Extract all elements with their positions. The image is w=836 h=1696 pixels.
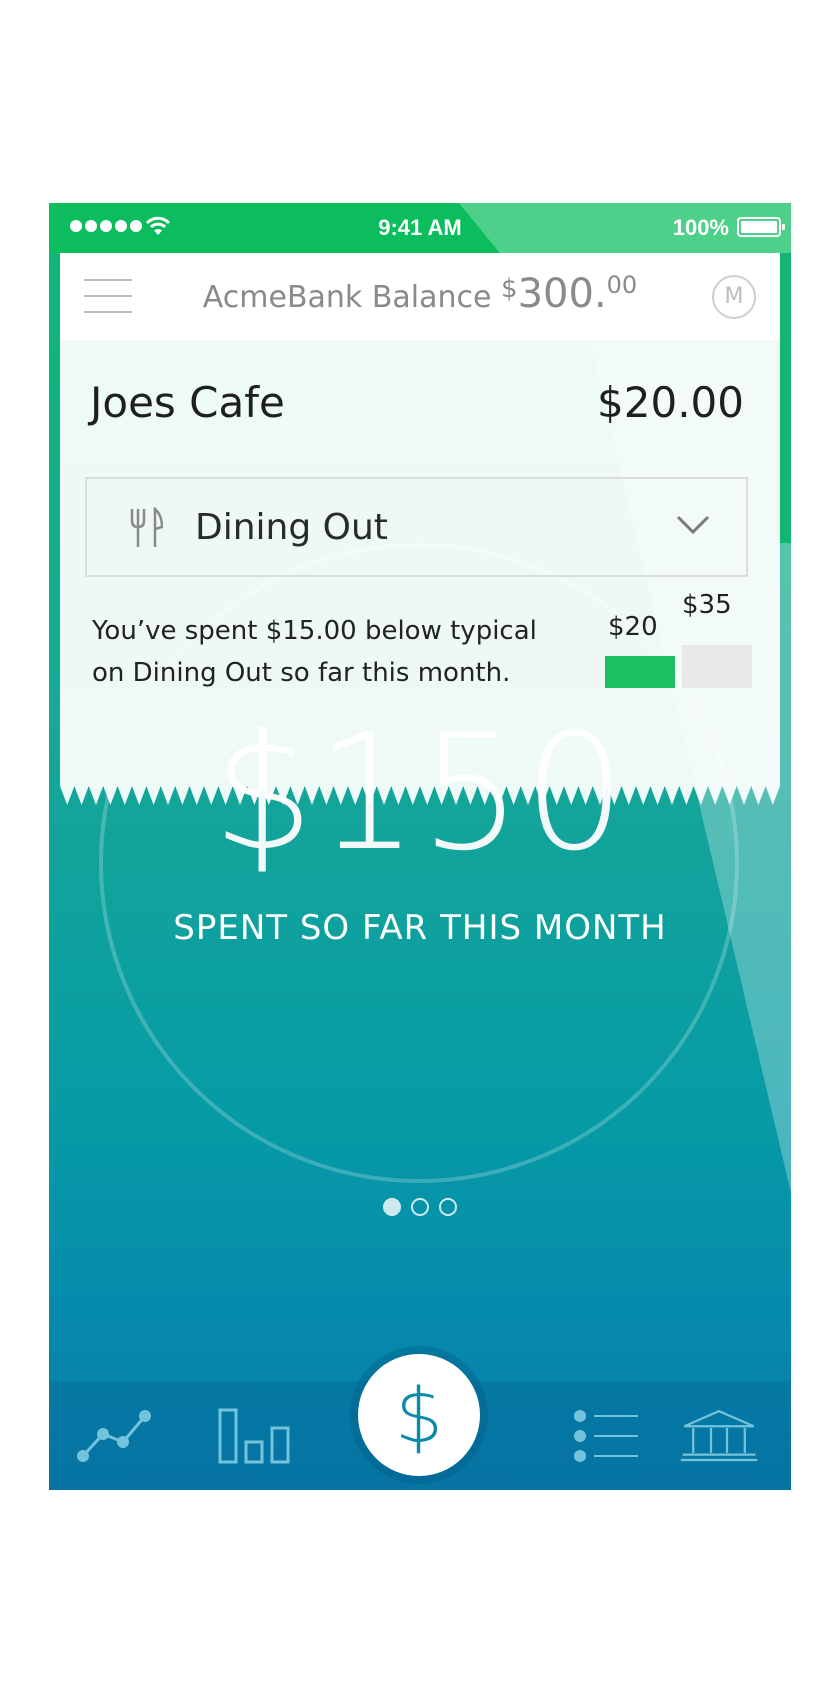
phone-screen: 9:41 AM 100% $150 SPENT SO FAR THIS MONT…	[49, 203, 791, 1490]
tab-transactions[interactable]	[568, 1401, 648, 1471]
balance-currency: $	[501, 274, 518, 304]
insight-line-1: You’ve spent $15.00 below typical	[92, 616, 537, 646]
battery-icon	[737, 217, 785, 237]
tab-accounts[interactable]	[679, 1401, 759, 1471]
page-indicator	[49, 1198, 791, 1216]
transaction-card: Joes Cafe $20.00 Dining Out You’ve spent…	[60, 340, 780, 805]
status-bar: 9:41 AM 100%	[49, 203, 791, 253]
chevron-down-icon	[676, 515, 710, 535]
category-label: Dining Out	[195, 507, 388, 548]
actual-bar	[605, 656, 675, 688]
battery-percent: 100%	[672, 215, 729, 240]
balance-cents: 00	[606, 271, 638, 299]
dollar-icon: $	[394, 1370, 444, 1460]
bank-icon	[680, 1409, 758, 1462]
typical-bar	[682, 645, 752, 688]
merchant-name: Joes Cafe	[90, 378, 285, 427]
tab-budgets[interactable]	[216, 1401, 296, 1471]
list-icon	[574, 1410, 638, 1462]
balance-display: AcmeBank Balance $300.00	[60, 271, 780, 317]
app-header: AcmeBank Balance $300.00 M	[60, 253, 780, 340]
page-dot-1[interactable]	[383, 1198, 401, 1216]
bar-chart-icon	[218, 1408, 290, 1464]
trend-icon	[77, 1410, 151, 1462]
comparison-chart: $35 $20	[602, 590, 762, 700]
balance-main: 300.	[517, 271, 607, 317]
tab-trends[interactable]	[75, 1401, 155, 1471]
page-dot-3[interactable]	[439, 1198, 457, 1216]
spending-insight: You’ve spent $15.00 below typical on Din…	[92, 610, 562, 694]
fork-knife-icon	[130, 507, 163, 547]
actual-label: $20	[608, 612, 658, 642]
balance-label: AcmeBank Balance	[202, 280, 492, 315]
typical-label: $35	[682, 590, 732, 620]
dollar-button[interactable]: $	[358, 1354, 480, 1476]
avatar[interactable]: M	[712, 275, 756, 319]
spent-label: SPENT SO FAR THIS MONTH	[173, 908, 667, 948]
insight-line-2: on Dining Out so far this month.	[92, 658, 511, 688]
category-dropdown[interactable]: Dining Out	[85, 477, 748, 577]
page-dot-2[interactable]	[411, 1198, 429, 1216]
transaction-amount: $20.00	[597, 378, 744, 427]
